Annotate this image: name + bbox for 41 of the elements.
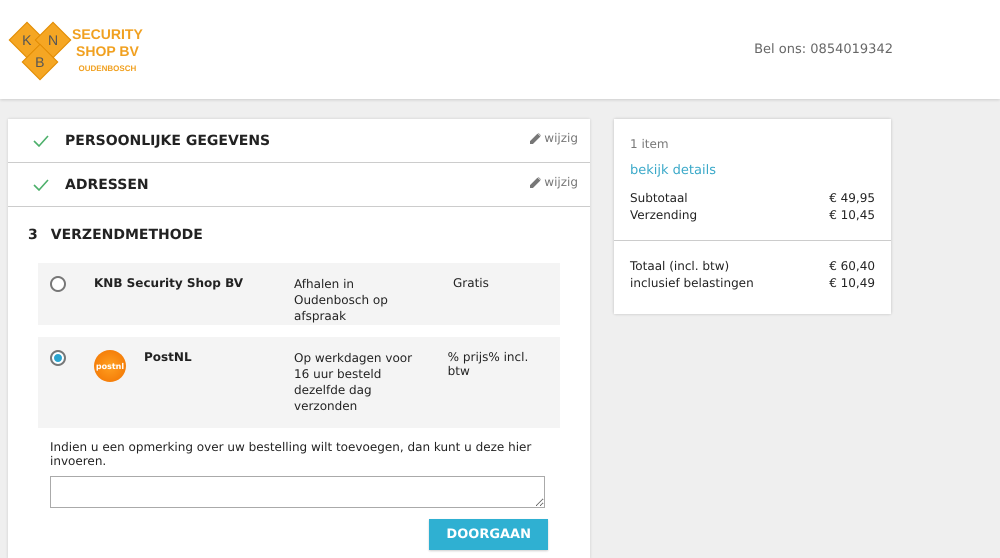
- summary-label: inclusief belastingen: [630, 275, 754, 292]
- logo-letter: N: [48, 32, 58, 48]
- option-price: % prijs% incl. btw: [448, 350, 530, 378]
- carrier-name: KNB Security Shop BV: [94, 276, 244, 290]
- carrier-name: PostNL: [144, 350, 192, 364]
- summary-amount: € 10,49: [829, 275, 875, 292]
- continue-button[interactable]: DOORGAAN: [429, 519, 548, 550]
- radio-button[interactable]: [50, 276, 66, 292]
- summary-label: Verzending: [630, 207, 698, 224]
- summary-amount: € 10,45: [829, 207, 875, 224]
- edit-link[interactable]: wijzig: [530, 131, 578, 145]
- item-count: 1 item: [630, 137, 670, 151]
- pencil-icon: [530, 176, 542, 188]
- details-link[interactable]: bekijk details: [630, 163, 875, 178]
- step-number: 3: [28, 227, 38, 243]
- logo-subtitle: OUDENBOSCH: [78, 64, 138, 73]
- summary-label: Subtotaal: [630, 190, 688, 207]
- step-title: ADRESSEN: [65, 176, 150, 192]
- shipping-option[interactable]: postnl PostNL Op werkdagen voor 16 uur besteld dezelfde dag verzonden % prijs% incl. btw: [38, 337, 560, 428]
- step-title: PERSOONLIJKE GEGEVENS: [65, 132, 272, 148]
- logo-text: SHOP BV: [75, 43, 140, 60]
- step-title: VERZENDMETHODE: [50, 227, 204, 243]
- option-description: Op werkdagen voor 16 uur besteld dezelfde dag verzonden: [294, 350, 414, 414]
- phone-number: Bel ons: 0854019342: [754, 42, 893, 57]
- postnl-logo: postnl: [94, 350, 126, 382]
- remark-field[interactable]: [50, 476, 545, 508]
- logo-text: SECURITY: [72, 26, 143, 43]
- check-icon: [33, 134, 49, 146]
- option-price: Gratis: [453, 276, 489, 290]
- summary-label: Totaal (incl. btw): [630, 258, 730, 275]
- check-icon: [33, 178, 49, 190]
- summary-amount: € 49,95: [829, 190, 875, 207]
- option-description: Afhalen in Oudenbosch op afspraak: [294, 276, 389, 324]
- pencil-icon: [530, 132, 542, 144]
- remark-label: Indien u een opmerking over uw bestelling wilt toevoegen, dan kunt u deze hier invoeren.: [50, 440, 532, 468]
- logo-letter: K: [22, 32, 32, 48]
- edit-link[interactable]: wijzig: [530, 175, 578, 189]
- logo-letter: B: [35, 54, 45, 70]
- summary-amount: € 60,40: [829, 258, 875, 275]
- radio-button[interactable]: [50, 350, 66, 366]
- shipping-option[interactable]: KNB Security Shop BV Afhalen in Oudenbosch op afspraak Gratis: [38, 263, 560, 325]
